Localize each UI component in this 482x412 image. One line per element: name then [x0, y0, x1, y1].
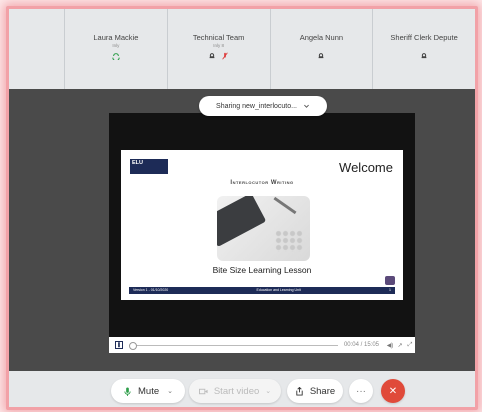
elu-logo: ELU — [130, 159, 168, 174]
share-label: Share — [309, 385, 336, 397]
participant-tile[interactable]: Technical Team Inly 8 — [166, 9, 270, 89]
audio-icon — [421, 53, 427, 59]
pause-icon[interactable]: ❚ — [115, 341, 123, 349]
slide-footer-version: Version 1 - 01/10/2020 — [133, 288, 169, 292]
audio-icon — [318, 53, 324, 59]
slide-lesson-title: Bite Size Learning Lesson — [212, 265, 312, 275]
participant-subtitle: Inly 8 — [213, 43, 224, 48]
playback-time: 00:04 / 15:05 — [343, 342, 379, 348]
slide-footer-page: 1 — [389, 288, 391, 292]
slide-heading: Welcome — [339, 160, 393, 175]
close-icon: ✕ — [388, 385, 398, 397]
participant-tile[interactable]: Sheriff Clerk Depute — [372, 9, 475, 89]
slide-photo — [217, 196, 310, 261]
more-options-button[interactable]: ··· — [349, 379, 373, 403]
crest-icon — [385, 276, 395, 285]
slide-footer-unit: Education and Learning Unit — [256, 288, 301, 292]
fullscreen-icon[interactable]: ⤢ — [405, 342, 415, 349]
mic-muted-icon — [222, 52, 228, 60]
participant-name: Technical Team — [192, 33, 245, 42]
participant-tile[interactable]: Laura Mackie Inly — [64, 9, 167, 89]
chevron-down-icon[interactable]: ⌄ — [265, 387, 271, 395]
chevron-down-icon — [304, 104, 309, 108]
sharing-dropdown[interactable]: Sharing new_interlocuto... — [199, 96, 327, 116]
call-toolbar: Mute ⌄ Start video ⌄ Share ··· ✕ — [9, 371, 475, 407]
end-call-button[interactable]: ✕ — [381, 379, 405, 403]
shared-screen-viewer: ELU Welcome Interlocutor Writing Bite Si… — [109, 113, 415, 353]
slide-footer: Version 1 - 01/10/2020 Education and Lea… — [129, 287, 395, 294]
participant-strip: Laura Mackie Inly Technical Team Inly 8 … — [9, 9, 475, 89]
share-button[interactable]: Share — [287, 379, 343, 403]
slide-subtitle: Interlocutor Writing — [230, 180, 294, 186]
start-video-label: Start video — [213, 385, 260, 397]
participant-name: Angela Nunn — [299, 33, 344, 42]
sharing-label: Sharing new_interlocuto... — [216, 102, 297, 110]
participant-name: Laura Mackie — [93, 33, 139, 42]
microphone-icon — [124, 386, 131, 396]
audio-icon — [209, 53, 215, 59]
app-window: Laura Mackie Inly Technical Team Inly 8 … — [6, 6, 478, 410]
expand-icon[interactable]: ↗ — [395, 342, 405, 349]
presentation-slide: ELU Welcome Interlocutor Writing Bite Si… — [121, 150, 403, 300]
participant-tile[interactable]: Angela Nunn — [269, 9, 373, 89]
video-camera-icon — [198, 388, 208, 394]
speaking-icon — [112, 53, 120, 60]
mute-button[interactable]: Mute ⌄ — [111, 379, 185, 403]
media-controls: ❚ 00:04 / 15:05 ◀) ↗ ⤢ — [109, 337, 415, 353]
participant-name: Sheriff Clerk Depute — [390, 33, 458, 42]
participant-subtitle: Inly — [112, 43, 120, 48]
share-screen-icon — [296, 386, 303, 396]
seek-bar[interactable] — [129, 341, 338, 350]
chevron-down-icon[interactable]: ⌄ — [167, 387, 173, 395]
mute-label: Mute — [138, 385, 160, 397]
seek-handle[interactable] — [129, 341, 137, 350]
start-video-button[interactable]: Start video ⌄ — [189, 379, 281, 403]
volume-icon[interactable]: ◀) — [385, 342, 395, 349]
more-icon: ··· — [356, 385, 366, 397]
